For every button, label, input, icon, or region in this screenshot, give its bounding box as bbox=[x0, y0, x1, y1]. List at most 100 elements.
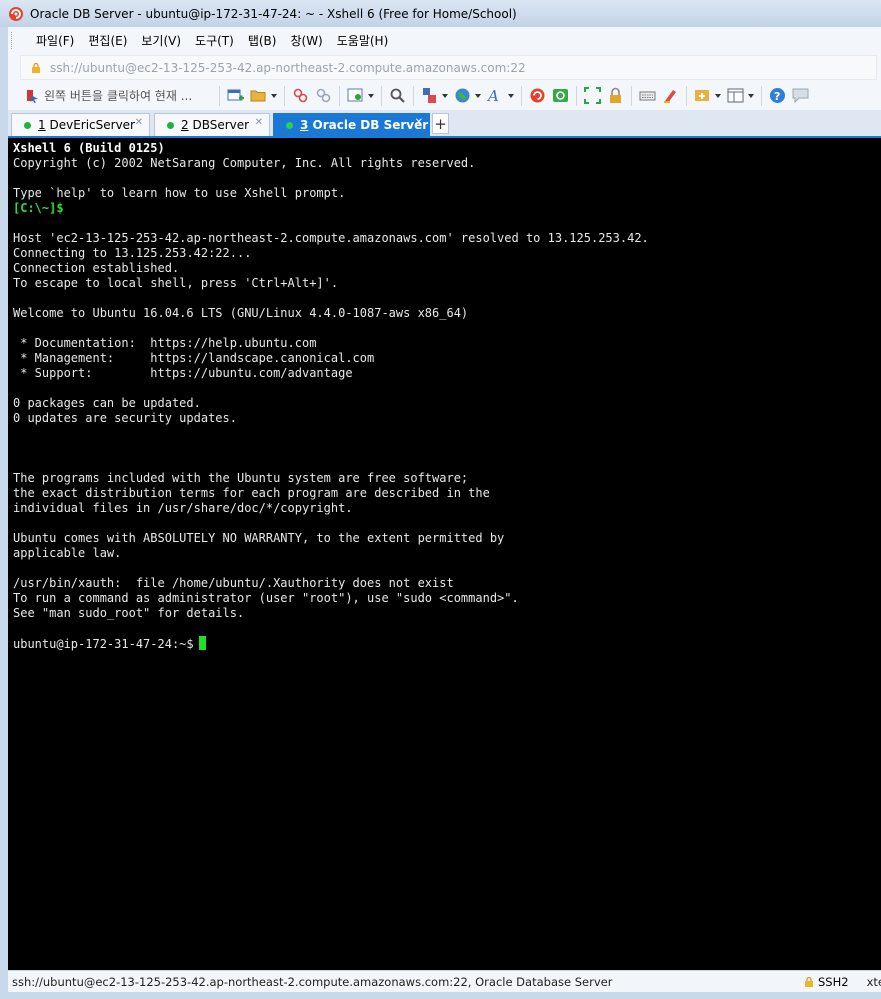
font-dropdown-icon[interactable] bbox=[508, 93, 514, 98]
shell-prompt: ubuntu@ip-172-31-47-24:~$ bbox=[13, 637, 194, 651]
layout-dropdown-icon[interactable] bbox=[748, 93, 754, 98]
highlight-icon[interactable] bbox=[661, 86, 680, 105]
terminal-line: * Management: https://landscape.canonica… bbox=[13, 351, 375, 365]
window-frame bbox=[0, 27, 8, 999]
keyboard-icon[interactable] bbox=[638, 86, 657, 105]
terminal-line: Connection established. bbox=[13, 261, 180, 275]
terminal-line: The programs included with the Ubuntu sy… bbox=[13, 471, 469, 485]
properties-icon[interactable] bbox=[346, 86, 365, 105]
svg-text:?: ? bbox=[774, 90, 780, 103]
menu-edit[interactable]: 편집(E) bbox=[81, 32, 134, 49]
terminal-line: Welcome to Ubuntu 16.04.6 LTS (GNU/Linux… bbox=[13, 306, 469, 320]
address-value: ssh://ubuntu@ec2-13-125-253-42.ap-northe… bbox=[50, 60, 526, 75]
xftp-icon[interactable] bbox=[551, 86, 570, 105]
chat-icon[interactable] bbox=[791, 86, 810, 105]
new-session-icon[interactable] bbox=[226, 86, 245, 105]
session-tabbar: 1 DevEricServer ✕ 2 DBServer ✕ 3 Oracle … bbox=[8, 110, 881, 138]
terminal-line: /usr/bin/xauth: file /home/ubuntu/.Xauth… bbox=[13, 576, 454, 590]
menu-file[interactable]: 파일(F) bbox=[29, 32, 81, 49]
window-frame-bottom bbox=[0, 992, 881, 999]
tab-close-icon[interactable]: ✕ bbox=[415, 117, 423, 128]
terminal-line: * Support: https://ubuntu.com/advantage bbox=[13, 366, 353, 380]
new-tab-button[interactable]: + bbox=[432, 113, 449, 134]
terminal-cursor bbox=[198, 636, 206, 650]
fullscreen-icon[interactable] bbox=[583, 86, 602, 105]
transfer-icon[interactable] bbox=[420, 86, 439, 105]
toolbar: 왼쪽 버튼을 클릭하여 현재 ... A ? bbox=[8, 81, 881, 111]
xshell-app-icon bbox=[9, 6, 23, 21]
status-terminal-type: xte bbox=[866, 975, 881, 989]
toolbar-separator bbox=[576, 85, 577, 106]
menubar: 파일(F) 편집(E) 보기(V) 도구(T) 탭(B) 창(W) 도움말(H) bbox=[8, 27, 881, 55]
plus-icon: + bbox=[434, 114, 447, 133]
globe-icon[interactable] bbox=[453, 86, 472, 105]
tab-label: DevEricServer bbox=[49, 118, 135, 132]
address-input[interactable]: ssh://ubuntu@ec2-13-125-253-42.ap-northe… bbox=[20, 55, 877, 80]
toolbar-separator bbox=[339, 85, 340, 106]
terminal-line: the exact distribution terms for each pr… bbox=[13, 486, 490, 500]
status-connection-text: ssh://ubuntu@ec2-13-125-253-42.ap-northe… bbox=[12, 975, 613, 989]
transfer-dropdown-icon[interactable] bbox=[442, 93, 448, 98]
lock-screen-icon[interactable] bbox=[606, 86, 625, 105]
tab-close-icon[interactable]: ✕ bbox=[255, 117, 263, 128]
globe-dropdown-icon[interactable] bbox=[475, 93, 481, 98]
terminal-line: To escape to local shell, press 'Ctrl+Al… bbox=[13, 276, 339, 290]
tab-label: DBServer bbox=[192, 118, 250, 132]
toolbar-hint-text: 왼쪽 버튼을 클릭하여 현재 ... bbox=[44, 89, 193, 103]
toolbar-separator bbox=[284, 85, 285, 106]
tab-close-icon[interactable]: ✕ bbox=[135, 117, 143, 128]
add-session-dropdown-icon[interactable] bbox=[715, 93, 721, 98]
toolbar-separator bbox=[686, 85, 687, 106]
terminal-line: Ubuntu comes with ABSOLUTELY NO WARRANTY… bbox=[13, 531, 505, 545]
menu-tab[interactable]: 탭(B) bbox=[241, 32, 284, 49]
connected-status-icon bbox=[286, 121, 293, 129]
terminal-line: Type `help' to learn how to use Xshell p… bbox=[13, 186, 346, 200]
open-folder-icon[interactable] bbox=[249, 86, 268, 105]
connected-status-icon bbox=[167, 121, 174, 129]
tab-dbserver[interactable]: 2 DBServer ✕ bbox=[154, 113, 270, 136]
tab-number: 3 bbox=[300, 118, 309, 132]
menubar-grip[interactable] bbox=[11, 32, 15, 49]
find-icon[interactable] bbox=[388, 86, 407, 105]
toolbar-hint[interactable]: 왼쪽 버튼을 클릭하여 현재 ... bbox=[25, 87, 215, 104]
menu-tools[interactable]: 도구(T) bbox=[188, 32, 241, 49]
disconnect-icon[interactable] bbox=[291, 86, 310, 105]
toolbar-separator bbox=[631, 85, 632, 106]
layout-icon[interactable] bbox=[726, 86, 745, 105]
tab-oracle-db-server[interactable]: 3 Oracle DB Server ✕ bbox=[273, 113, 430, 136]
address-bar: ssh://ubuntu@ec2-13-125-253-42.ap-northe… bbox=[8, 54, 881, 81]
bookmark-arrow-icon bbox=[27, 89, 38, 103]
xmanager-icon[interactable] bbox=[528, 86, 547, 105]
terminal-line: 0 packages can be updated. bbox=[13, 396, 201, 410]
font-icon[interactable]: A bbox=[486, 86, 505, 105]
add-session-icon[interactable] bbox=[693, 86, 712, 105]
tab-number: 2 bbox=[181, 118, 189, 132]
terminal-line: individual files in /usr/share/doc/*/cop… bbox=[13, 501, 353, 515]
tab-devericserver[interactable]: 1 DevEricServer ✕ bbox=[11, 113, 150, 136]
terminal-line: See "man sudo_root" for details. bbox=[13, 606, 245, 620]
terminal-line: * Documentation: https://help.ubuntu.com bbox=[13, 336, 317, 350]
reconnect-icon[interactable] bbox=[314, 86, 333, 105]
terminal-view[interactable]: Xshell 6 (Build 0125) Copyright (c) 2002… bbox=[8, 138, 881, 970]
menu-help[interactable]: 도움말(H) bbox=[330, 32, 396, 49]
properties-dropdown-icon[interactable] bbox=[368, 93, 374, 98]
window-titlebar[interactable]: Oracle DB Server - ubuntu@ip-172-31-47-2… bbox=[0, 0, 881, 27]
window-title: Oracle DB Server - ubuntu@ip-172-31-47-2… bbox=[30, 6, 517, 21]
toolbar-separator bbox=[219, 85, 220, 106]
tab-number: 1 bbox=[38, 118, 46, 132]
tab-label: Oracle DB Server bbox=[312, 118, 429, 132]
lock-icon bbox=[805, 977, 813, 987]
status-right: SSH2 xte bbox=[804, 971, 881, 993]
menu-window[interactable]: 창(W) bbox=[283, 32, 329, 49]
toolbar-separator bbox=[413, 85, 414, 106]
open-dropdown-icon[interactable] bbox=[271, 93, 277, 98]
terminal-line: To run a command as administrator (user … bbox=[13, 591, 519, 605]
toolbar-separator bbox=[381, 85, 382, 106]
terminal-line: Host 'ec2-13-125-253-42.ap-northeast-2.c… bbox=[13, 231, 649, 245]
svg-text:A: A bbox=[487, 87, 499, 104]
toolbar-separator bbox=[521, 85, 522, 106]
statusbar: ssh://ubuntu@ec2-13-125-253-42.ap-northe… bbox=[8, 970, 881, 993]
terminal-line: 0 updates are security updates. bbox=[13, 411, 237, 425]
menu-view[interactable]: 보기(V) bbox=[134, 32, 188, 49]
help-icon[interactable]: ? bbox=[768, 86, 787, 105]
